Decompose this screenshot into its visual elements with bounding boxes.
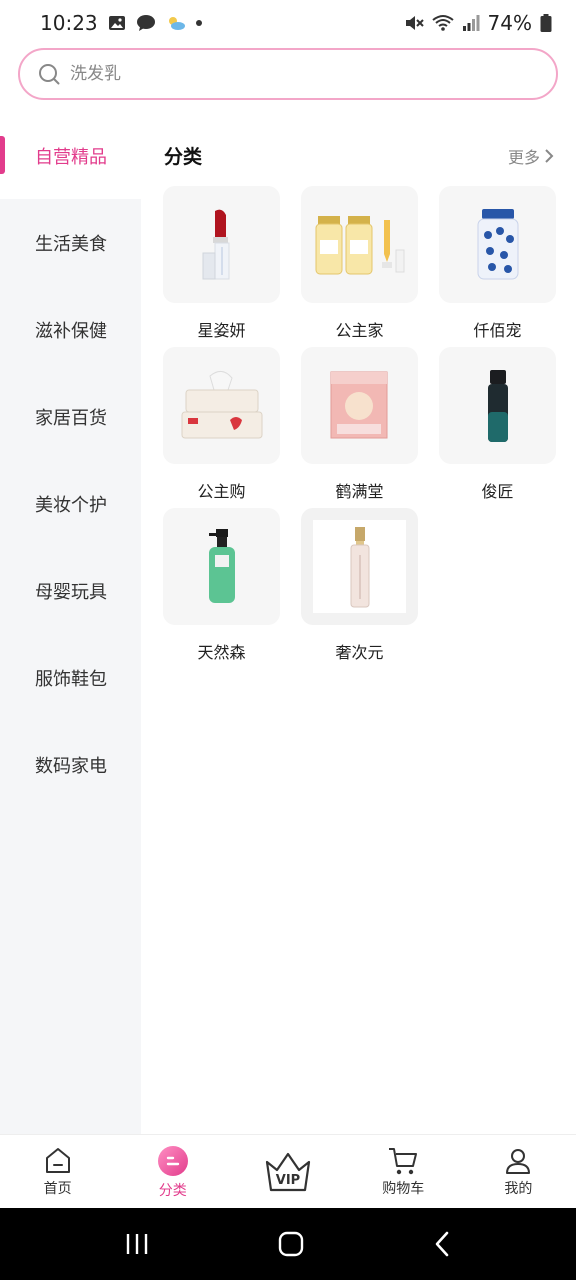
brand-item[interactable]: 公主购 — [163, 347, 280, 508]
nav-profile[interactable]: 我的 — [461, 1135, 576, 1208]
sidebar-item-label: 生活美食 — [35, 233, 107, 255]
serum-vials-icon — [315, 215, 404, 274]
brand-name: 鹤满堂 — [335, 482, 384, 501]
sidebar-item-label: 滋补保健 — [35, 320, 107, 342]
nav-label: 我的 — [504, 1180, 533, 1197]
weather-icon — [166, 15, 186, 31]
system-nav-bar — [0, 1208, 576, 1280]
brand-thumbnail — [301, 186, 418, 303]
vip-badge-text: VIP — [276, 1173, 300, 1188]
nav-home[interactable]: 首页 — [0, 1135, 115, 1208]
nav-label: 首页 — [43, 1180, 72, 1197]
brand-item[interactable]: 公主家 — [301, 186, 418, 347]
foam-bottle-icon — [487, 369, 508, 442]
brand-thumbnail — [163, 347, 280, 464]
sidebar-item-label: 服饰鞋包 — [35, 668, 107, 690]
wifi-icon — [431, 14, 454, 32]
brand-name: 星姿妍 — [197, 321, 246, 340]
brand-thumbnail — [439, 347, 556, 464]
brand-thumbnail — [163, 186, 280, 303]
sidebar-item-label: 家居百货 — [35, 407, 107, 429]
brand-thumbnail — [439, 186, 556, 303]
sidebar-item-food[interactable]: 生活美食 — [0, 199, 141, 286]
category-sidebar: 自营精品 生活美食 滋补保健 家居百货 美妆个护 母婴玩具 服饰鞋包 数码家电 — [0, 112, 141, 1134]
nav-cart[interactable]: 购物车 — [346, 1135, 461, 1208]
sidebar-item-label: 数码家电 — [35, 755, 107, 777]
brand-name: 仟佰宠 — [473, 321, 522, 340]
nav-category[interactable]: 分类 — [115, 1135, 230, 1208]
more-link[interactable]: 更多 — [508, 144, 554, 168]
chevron-right-icon — [544, 148, 554, 164]
search-input[interactable] — [68, 63, 508, 85]
sidebar-item-apparel[interactable]: 服饰鞋包 — [0, 634, 141, 721]
mask-box-icon — [330, 371, 387, 438]
nav-vip[interactable]: VIP — [230, 1135, 345, 1208]
home-icon — [43, 1146, 73, 1176]
section-header: 分类 更多 — [164, 142, 554, 169]
brand-grid: 星姿妍 公主家 仟佰宠 公主购 鹤满堂 俊匠 天然森 奢次元 — [163, 186, 563, 669]
notification-dot-icon — [195, 20, 202, 26]
battery-icon — [540, 14, 552, 32]
profile-icon — [503, 1146, 533, 1176]
bottom-nav: 首页 分类 VIP 购物车 我的 — [0, 1134, 576, 1208]
category-icon — [156, 1144, 190, 1178]
search-icon — [38, 63, 60, 85]
brand-thumbnail — [301, 508, 418, 625]
mute-icon — [404, 14, 424, 32]
brand-name: 奢次元 — [335, 643, 384, 662]
home-button-icon[interactable] — [277, 1230, 305, 1258]
vip-crown-icon: VIP — [263, 1150, 313, 1194]
tissue-pack-icon — [181, 370, 262, 438]
sidebar-item-health[interactable]: 滋补保健 — [0, 286, 141, 373]
more-label: 更多 — [507, 147, 540, 167]
signal-icon — [462, 15, 480, 31]
nav-label: 购物车 — [382, 1180, 425, 1197]
sidebar-item-self-operated[interactable]: 自营精品 — [0, 112, 141, 199]
brand-name: 俊匠 — [481, 482, 514, 501]
shampoo-bottle-icon — [208, 528, 235, 603]
brand-item[interactable]: 星姿妍 — [163, 186, 280, 347]
brand-item[interactable]: 鹤满堂 — [301, 347, 418, 508]
lipstick-icon — [202, 209, 229, 279]
brand-thumbnail — [163, 508, 280, 625]
back-icon[interactable] — [432, 1230, 452, 1258]
brand-name: 公主购 — [197, 482, 246, 501]
category-content: 分类 更多 星姿妍 公主家 仟佰宠 公主购 鹤满堂 俊匠 天然森 奢次元 — [141, 112, 576, 1134]
brand-item[interactable]: 奢次元 — [301, 508, 418, 669]
recent-apps-icon[interactable] — [124, 1231, 150, 1257]
sidebar-item-label: 母婴玩具 — [35, 581, 107, 603]
brand-name: 公主家 — [335, 321, 384, 340]
cart-icon — [387, 1146, 419, 1176]
section-title: 分类 — [164, 146, 203, 168]
status-time: 10:23 — [40, 11, 98, 35]
supplement-bottle-icon — [477, 208, 518, 279]
gallery-icon — [108, 14, 126, 32]
search-bar[interactable] — [18, 48, 558, 100]
nav-label: 分类 — [158, 1182, 187, 1199]
sidebar-item-beauty[interactable]: 美妆个护 — [0, 460, 141, 547]
brand-item[interactable]: 仟佰宠 — [439, 186, 556, 347]
brand-name: 天然森 — [197, 643, 246, 662]
sidebar-item-label: 美妆个护 — [35, 494, 107, 516]
brand-item[interactable]: 天然森 — [163, 508, 280, 669]
perfume-bottle-icon — [350, 526, 369, 607]
brand-item[interactable]: 俊匠 — [439, 347, 556, 508]
sidebar-item-household[interactable]: 家居百货 — [0, 373, 141, 460]
battery-percent: 74% — [487, 11, 532, 35]
brand-thumbnail — [301, 347, 418, 464]
chat-icon — [136, 14, 156, 32]
sidebar-item-electronics[interactable]: 数码家电 — [0, 721, 141, 808]
sidebar-item-baby[interactable]: 母婴玩具 — [0, 547, 141, 634]
status-bar: 10:23 74% — [0, 0, 576, 46]
sidebar-item-label: 自营精品 — [35, 146, 107, 168]
